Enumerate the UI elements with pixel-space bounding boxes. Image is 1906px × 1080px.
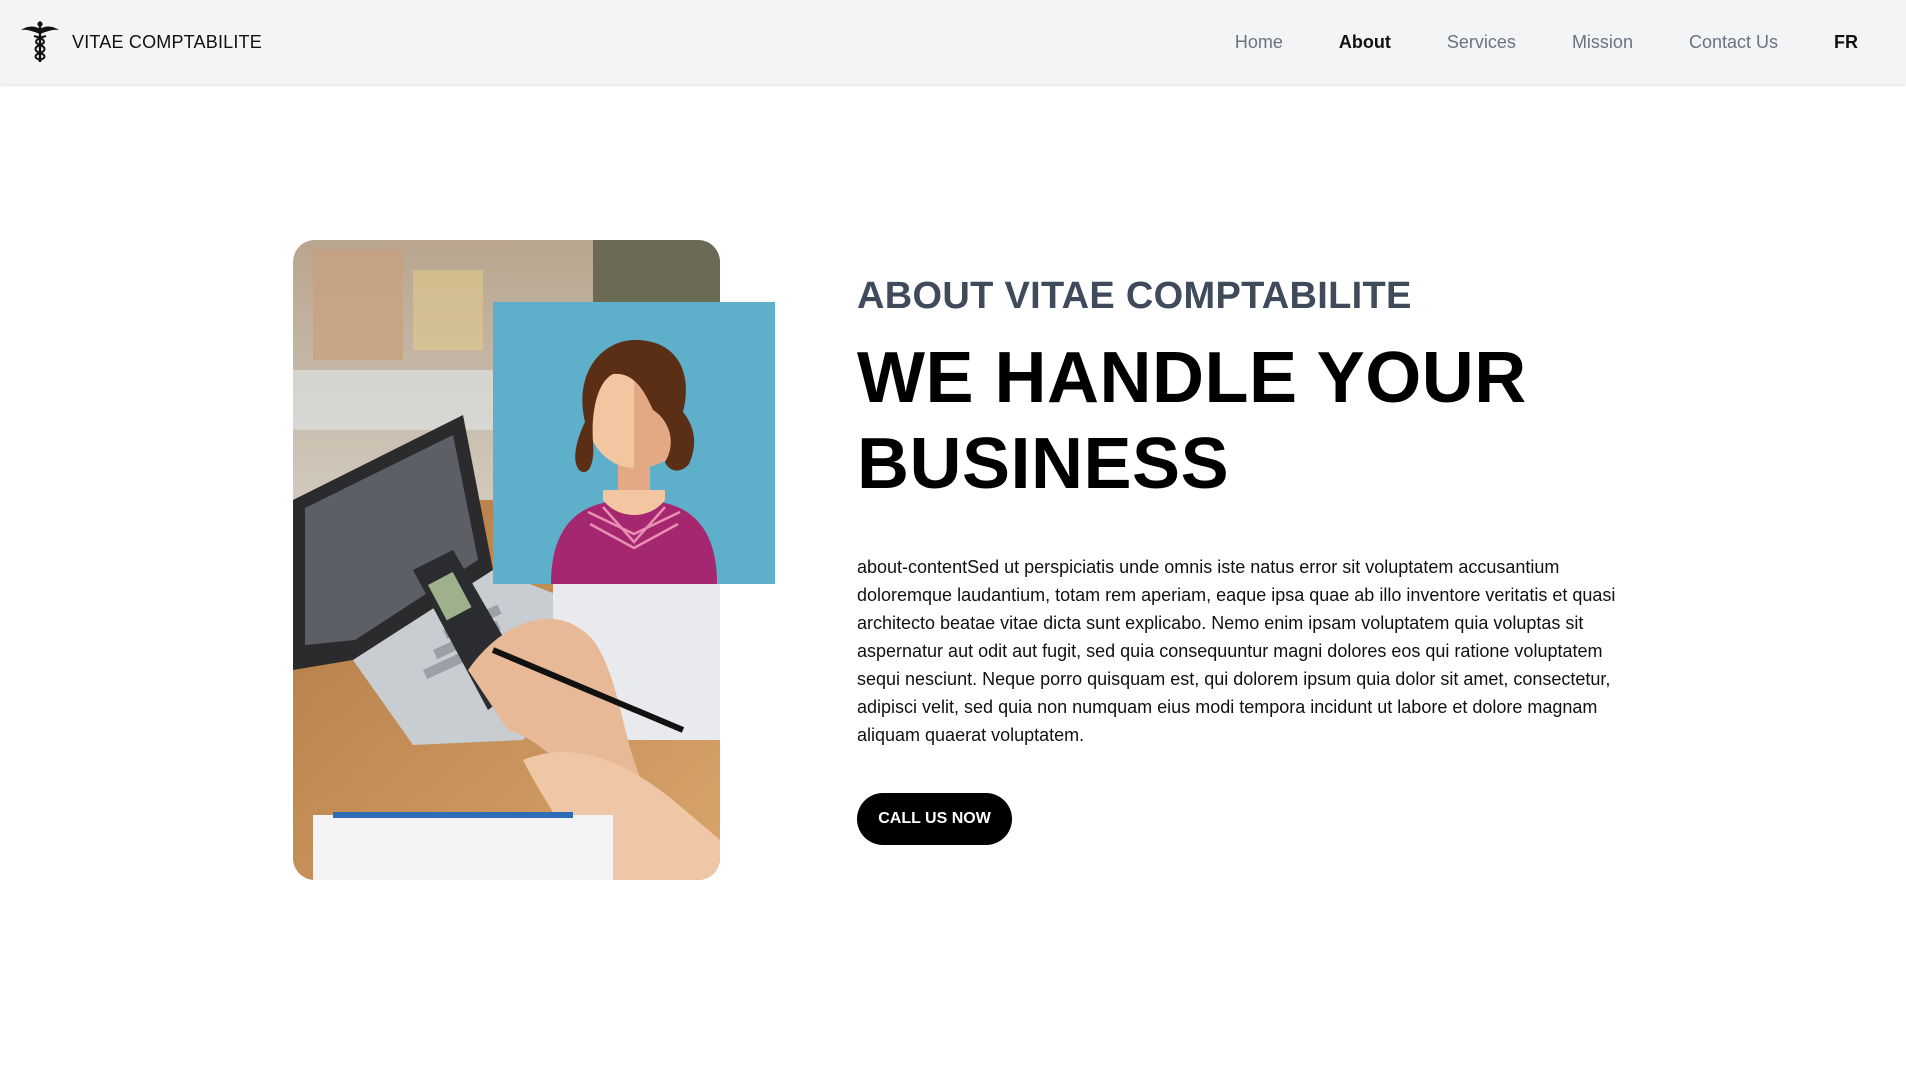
about-title: WE HANDLE YOUR BUSINESS (857, 338, 1527, 504)
nav-home[interactable]: Home (1235, 32, 1283, 53)
top-navbar: VITAE COMPTABILITE Home About Services M… (0, 0, 1906, 84)
language-switch[interactable]: FR (1834, 32, 1858, 53)
about-kicker: ABOUT VITAE COMPTABILITE (857, 275, 1412, 317)
about-body-text: about-contentSed ut perspiciatis unde om… (857, 557, 1616, 745)
nav-mission[interactable]: Mission (1572, 32, 1633, 53)
woman-avatar-illustration (493, 302, 775, 584)
nav-services[interactable]: Services (1447, 32, 1516, 53)
caduceus-icon (21, 21, 59, 62)
call-us-now-button[interactable]: CALL US NOW (857, 793, 1012, 845)
brand-link[interactable]: VITAE COMPTABILITE (20, 20, 262, 64)
nav-contact-us[interactable]: Contact Us (1689, 32, 1778, 53)
main-nav: Home About Services Mission Contact Us F… (1179, 0, 1858, 84)
brand-name: VITAE COMPTABILITE (72, 31, 262, 52)
nav-about[interactable]: About (1339, 32, 1391, 53)
